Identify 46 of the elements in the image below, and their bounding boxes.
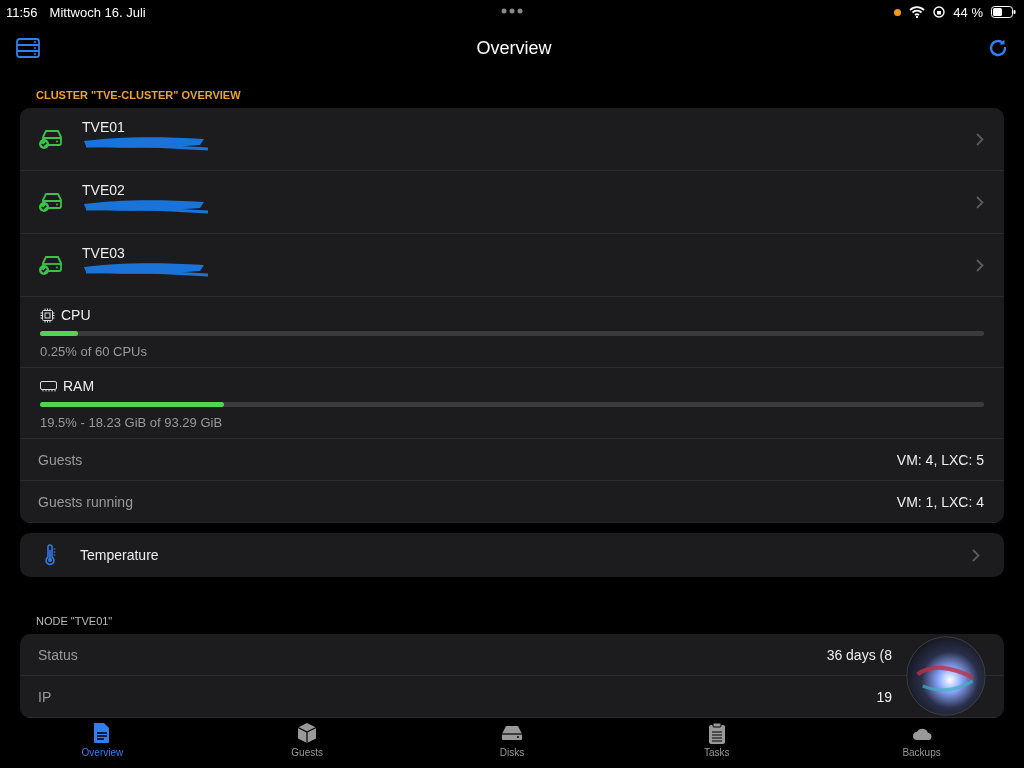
node-row[interactable]: TVE02 — [20, 171, 1004, 234]
tab-item[interactable]: Guests — [257, 718, 358, 768]
battery-percent: 44 % — [953, 4, 983, 20]
node-name: TVE01 — [82, 119, 126, 135]
more-icon[interactable] — [501, 8, 523, 14]
section-header: CLUSTER "TVE-CLUSTER" OVERVIEW — [35, 88, 242, 103]
stat-value: VM: 4, LXC: 5 — [896, 451, 984, 468]
tab-item[interactable]: Backups — [871, 718, 972, 768]
chevron-right-icon — [976, 132, 984, 146]
info-value: 19 — [876, 688, 892, 705]
indicator-dot-icon — [894, 8, 902, 16]
meter-label: CPU — [61, 307, 91, 323]
cube-icon — [296, 722, 319, 744]
page-title: Overview — [476, 37, 552, 59]
temperature-row[interactable]: Temperature — [20, 533, 1004, 577]
server-list-icon[interactable] — [16, 38, 40, 58]
info-value: 36 days (8 — [826, 646, 892, 663]
memory-icon — [40, 380, 57, 392]
lock-rotation-icon — [933, 6, 946, 18]
meter-label: RAM — [63, 378, 95, 394]
tab-item[interactable]: Overview — [52, 718, 153, 768]
meter-reading: 0.25% of 60 CPUs — [40, 344, 148, 359]
info-label: Status — [38, 646, 78, 663]
stat-value: VM: 1, LXC: 4 — [896, 493, 984, 510]
wifi-icon — [909, 6, 926, 18]
node-row[interactable]: TVE01 — [20, 108, 1004, 171]
node-name: TVE03 — [82, 245, 126, 261]
chevron-right-icon — [972, 548, 980, 562]
chevron-right-icon — [976, 195, 984, 209]
status-time: 11:56 — [6, 4, 38, 20]
temperature-label: Temperature — [80, 547, 160, 563]
stat-label: Guests — [38, 451, 83, 468]
info-label: IP — [38, 688, 52, 705]
cpu-icon — [40, 307, 55, 323]
status-date: Mittwoch 16. Juli — [49, 4, 146, 20]
node-row[interactable]: TVE03 — [20, 234, 1004, 297]
battery-icon — [991, 6, 1016, 18]
tab-item[interactable]: Tasks — [666, 718, 767, 768]
thermometer-icon — [44, 544, 56, 566]
meter-reading: 19.5% - 18.23 GiB of 93.29 GiB — [40, 415, 224, 430]
chevron-right-icon — [976, 258, 984, 272]
node-name: TVE02 — [82, 182, 126, 198]
tab-item[interactable]: Disks — [462, 718, 562, 768]
refresh-icon[interactable] — [988, 38, 1008, 58]
stat-label: Guests running — [38, 493, 133, 510]
section-header: NODE "TVE01" — [35, 614, 114, 629]
